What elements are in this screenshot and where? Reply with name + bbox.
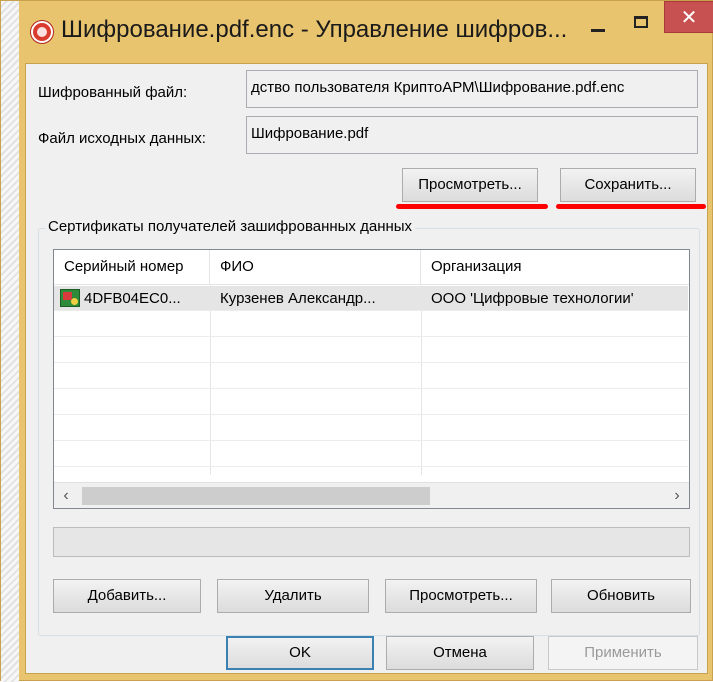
highlight-underline-view (396, 204, 548, 209)
title-bar[interactable]: Шифрование.pdf.enc - Управление шифров..… (19, 1, 713, 65)
list-header: Серийный номер ФИО Организация (54, 250, 689, 285)
recipients-groupbox: Сертификаты получателей зашифрованных да… (38, 218, 700, 636)
table-row-empty (54, 364, 688, 389)
source-file-value: Шифрование.pdf (251, 125, 369, 142)
screenshot-edge (1, 1, 19, 682)
dialog-client-area: Шифрованный файл: дство пользователя Кри… (25, 63, 708, 674)
table-row-empty (54, 338, 688, 363)
horizontal-scrollbar[interactable]: ‹ › (54, 482, 689, 508)
minimize-icon (591, 29, 605, 32)
app-icon (31, 21, 53, 43)
dialog-window: Шифрование.pdf.enc - Управление шифров..… (0, 0, 713, 682)
highlight-underline-save (556, 204, 706, 209)
add-certificate-button[interactable]: Добавить... (53, 579, 201, 613)
cell-organization: ООО 'Цифровые технологии' (431, 290, 634, 307)
cell-serial: 4DFB04EC0... (84, 290, 181, 307)
encrypted-file-field[interactable]: дство пользователя КриптоАРМ\Шифрование.… (246, 70, 698, 108)
scroll-left-icon[interactable]: ‹ (54, 483, 78, 508)
maximize-button[interactable] (622, 7, 660, 39)
encrypted-file-label: Шифрованный файл: (38, 84, 188, 101)
window-title: Шифрование.pdf.enc - Управление шифров..… (61, 16, 568, 43)
close-button[interactable]: ✕ (664, 1, 713, 33)
refresh-button[interactable]: Обновить (551, 579, 691, 613)
apply-button[interactable]: Применить (548, 636, 698, 670)
source-file-label: Файл исходных данных: (38, 130, 206, 147)
maximize-icon (634, 16, 648, 28)
table-row-empty (54, 312, 688, 337)
progress-bar (53, 527, 690, 557)
close-icon: ✕ (680, 7, 698, 29)
cancel-button[interactable]: Отмена (386, 636, 534, 670)
view-file-button[interactable]: Просмотреть... (402, 168, 538, 202)
table-row-empty (54, 390, 688, 415)
view-certificate-button[interactable]: Просмотреть... (385, 579, 537, 613)
save-file-button[interactable]: Сохранить... (560, 168, 696, 202)
scrollbar-thumb[interactable] (82, 487, 430, 505)
delete-certificate-button[interactable]: Удалить (217, 579, 369, 613)
ok-button[interactable]: OK (226, 636, 374, 670)
scroll-right-icon[interactable]: › (665, 483, 689, 508)
table-row-empty (54, 416, 688, 441)
recipients-group-title: Сертификаты получателей зашифрованных да… (45, 218, 416, 235)
column-name[interactable]: ФИО (210, 250, 421, 285)
recipients-list[interactable]: Серийный номер ФИО Организация 4DFB04EC0… (53, 249, 690, 509)
table-row-empty (54, 442, 688, 467)
encrypted-file-value: дство пользователя КриптоАРМ\Шифрование.… (251, 79, 625, 96)
cell-name: Курзенев Александр... (220, 290, 376, 307)
source-file-field[interactable]: Шифрование.pdf (246, 116, 698, 154)
certificate-icon (60, 289, 80, 307)
column-organization[interactable]: Организация (421, 250, 689, 285)
column-serial[interactable]: Серийный номер (54, 250, 210, 285)
minimize-button[interactable] (579, 7, 617, 39)
table-row[interactable]: 4DFB04EC0... Курзенев Александр... ООО '… (54, 286, 688, 311)
